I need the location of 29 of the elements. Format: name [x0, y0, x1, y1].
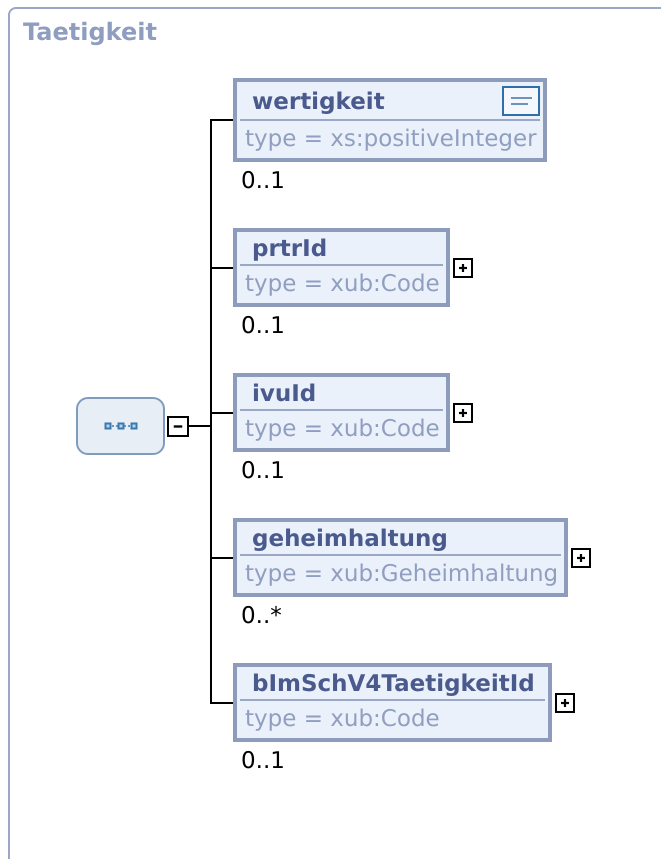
multiplicity-label: 0..1	[241, 748, 285, 774]
element-name: prtrId	[251, 235, 328, 264]
group-title: Taetigkeit	[22, 17, 157, 48]
multiplicity-label: 0..1	[241, 458, 285, 484]
element-node[interactable]: ivuId type = xub:Code	[233, 373, 450, 452]
expand-icon[interactable]	[554, 692, 575, 712]
sequence-icon	[104, 421, 138, 431]
expand-icon[interactable]	[571, 548, 592, 568]
expand-icon[interactable]	[452, 402, 473, 422]
element-node[interactable]: bImSchV4TaetigkeitId type = xub:Code	[233, 663, 552, 742]
element-name: geheimhaltung	[251, 525, 449, 554]
element-type: type = xub:Code	[244, 415, 441, 444]
element-type: type = xub:Code	[244, 270, 441, 299]
element-name: ivuId	[251, 380, 318, 409]
element-type: type = xub:Geheimhaltung	[244, 560, 560, 589]
element-node[interactable]: prtrId type = xub:Code	[233, 228, 450, 307]
collapse-icon[interactable]	[167, 416, 189, 436]
element-node[interactable]: wertigkeit type = xs:positiveInteger	[233, 78, 547, 162]
element-name: bImSchV4TaetigkeitId	[251, 670, 536, 699]
element-name: wertigkeit	[251, 88, 386, 116]
documentation-icon[interactable]	[502, 86, 540, 116]
multiplicity-label: 0..*	[241, 603, 282, 629]
expand-icon[interactable]	[452, 258, 473, 278]
element-node[interactable]: geheimhaltung type = xub:Geheimhaltung	[233, 518, 568, 597]
element-type: type = xub:Code	[244, 705, 441, 734]
multiplicity-label: 0..1	[241, 313, 285, 339]
element-type: type = xs:positiveInteger	[244, 125, 538, 154]
sequence-compositor[interactable]	[76, 397, 165, 455]
multiplicity-label: 0..1	[241, 168, 285, 194]
